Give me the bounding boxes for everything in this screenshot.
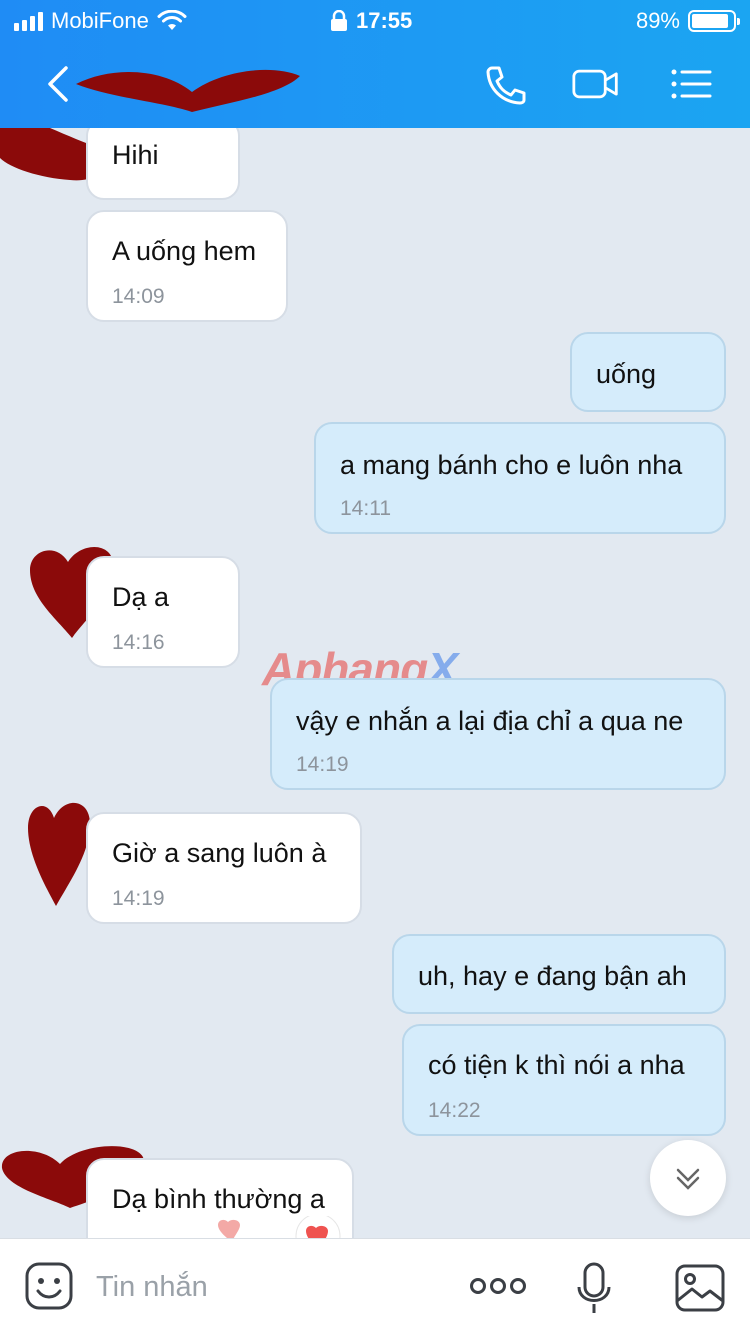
reaction-hearts[interactable] [214, 1213, 354, 1238]
message-bubble-outgoing[interactable]: a mang bánh cho e luôn nha 14:11 [314, 422, 726, 534]
message-text: Dạ bình thường a [112, 1184, 325, 1214]
heart-reaction-icon [218, 1213, 341, 1238]
battery-icon [688, 10, 740, 32]
message-composer: Tin nhắn [0, 1238, 750, 1334]
message-bubble-incoming[interactable]: A uống hem 14:09 [86, 210, 288, 322]
image-icon[interactable] [674, 1263, 726, 1313]
emoji-sticker-icon[interactable] [24, 1259, 74, 1313]
message-text: Dạ a [112, 582, 170, 612]
signal-icon [14, 11, 43, 31]
message-time: 14:19 [296, 753, 349, 776]
message-bubble-incoming[interactable]: Dạ a 14:16 [86, 556, 240, 668]
message-bubble-outgoing[interactable]: vậy e nhắn a lại địa chỉ a qua ne 14:19 [270, 678, 726, 790]
message-text: vậy e nhắn a lại địa chỉ a qua ne [296, 706, 684, 736]
message-bubble-outgoing[interactable]: có tiện k thì nói a nha 14:22 [402, 1024, 726, 1136]
more-dots-icon[interactable] [470, 1269, 526, 1303]
message-bubble-incoming[interactable]: Giờ a sang luôn à 14:19 [86, 812, 362, 924]
message-text: có tiện k thì nói a nha [428, 1050, 685, 1080]
message-time: 14:16 [112, 631, 165, 654]
message-time: 14:19 [112, 887, 165, 910]
message-text: A uống hem [112, 236, 257, 266]
clock: 17:55 [356, 8, 413, 33]
heart-scribble-avatar [28, 802, 90, 906]
message-time: 14:11 [340, 497, 391, 520]
lock-icon [331, 10, 347, 31]
redaction-scribble [76, 69, 300, 112]
scroll-to-bottom-button[interactable] [650, 1140, 726, 1216]
message-text: a mang bánh cho e luôn nha [340, 450, 683, 480]
message-time: 14:09 [112, 285, 165, 308]
menu-list-icon[interactable] [668, 62, 716, 106]
status-bar: MobiFone 17:55 89% [0, 0, 750, 40]
message-text: Hihi [112, 140, 159, 170]
microphone-icon[interactable] [576, 1261, 612, 1317]
phone-icon[interactable] [482, 62, 530, 106]
message-bubble-outgoing[interactable]: uống [570, 332, 726, 412]
status-left: MobiFone [14, 8, 187, 34]
message-bubble-outgoing[interactable]: uh, hay e đang bận ah [392, 934, 726, 1014]
wifi-icon [157, 10, 187, 30]
carrier-label: MobiFone [51, 8, 149, 33]
message-bubble-incoming[interactable]: Hihi [86, 128, 240, 200]
message-text: uống [596, 359, 657, 389]
status-center: 17:55 [330, 8, 412, 34]
top-bar: MobiFone 17:55 89% [0, 0, 750, 128]
status-right: 89% [635, 8, 740, 34]
message-input[interactable]: Tin nhắn [96, 1271, 208, 1304]
message-text: uh, hay e đang bận ah [418, 961, 687, 991]
chat-area[interactable]: Hihi A uống hem 14:09 uống a mang bánh c… [0, 128, 750, 1238]
double-chevron-down-icon [676, 1168, 700, 1190]
message-time: 14:22 [428, 1099, 481, 1122]
message-text: Giờ a sang luôn à [112, 838, 327, 868]
battery-fill [692, 14, 728, 28]
video-call-icon[interactable] [572, 62, 620, 106]
battery-percent: 89% [635, 8, 680, 33]
